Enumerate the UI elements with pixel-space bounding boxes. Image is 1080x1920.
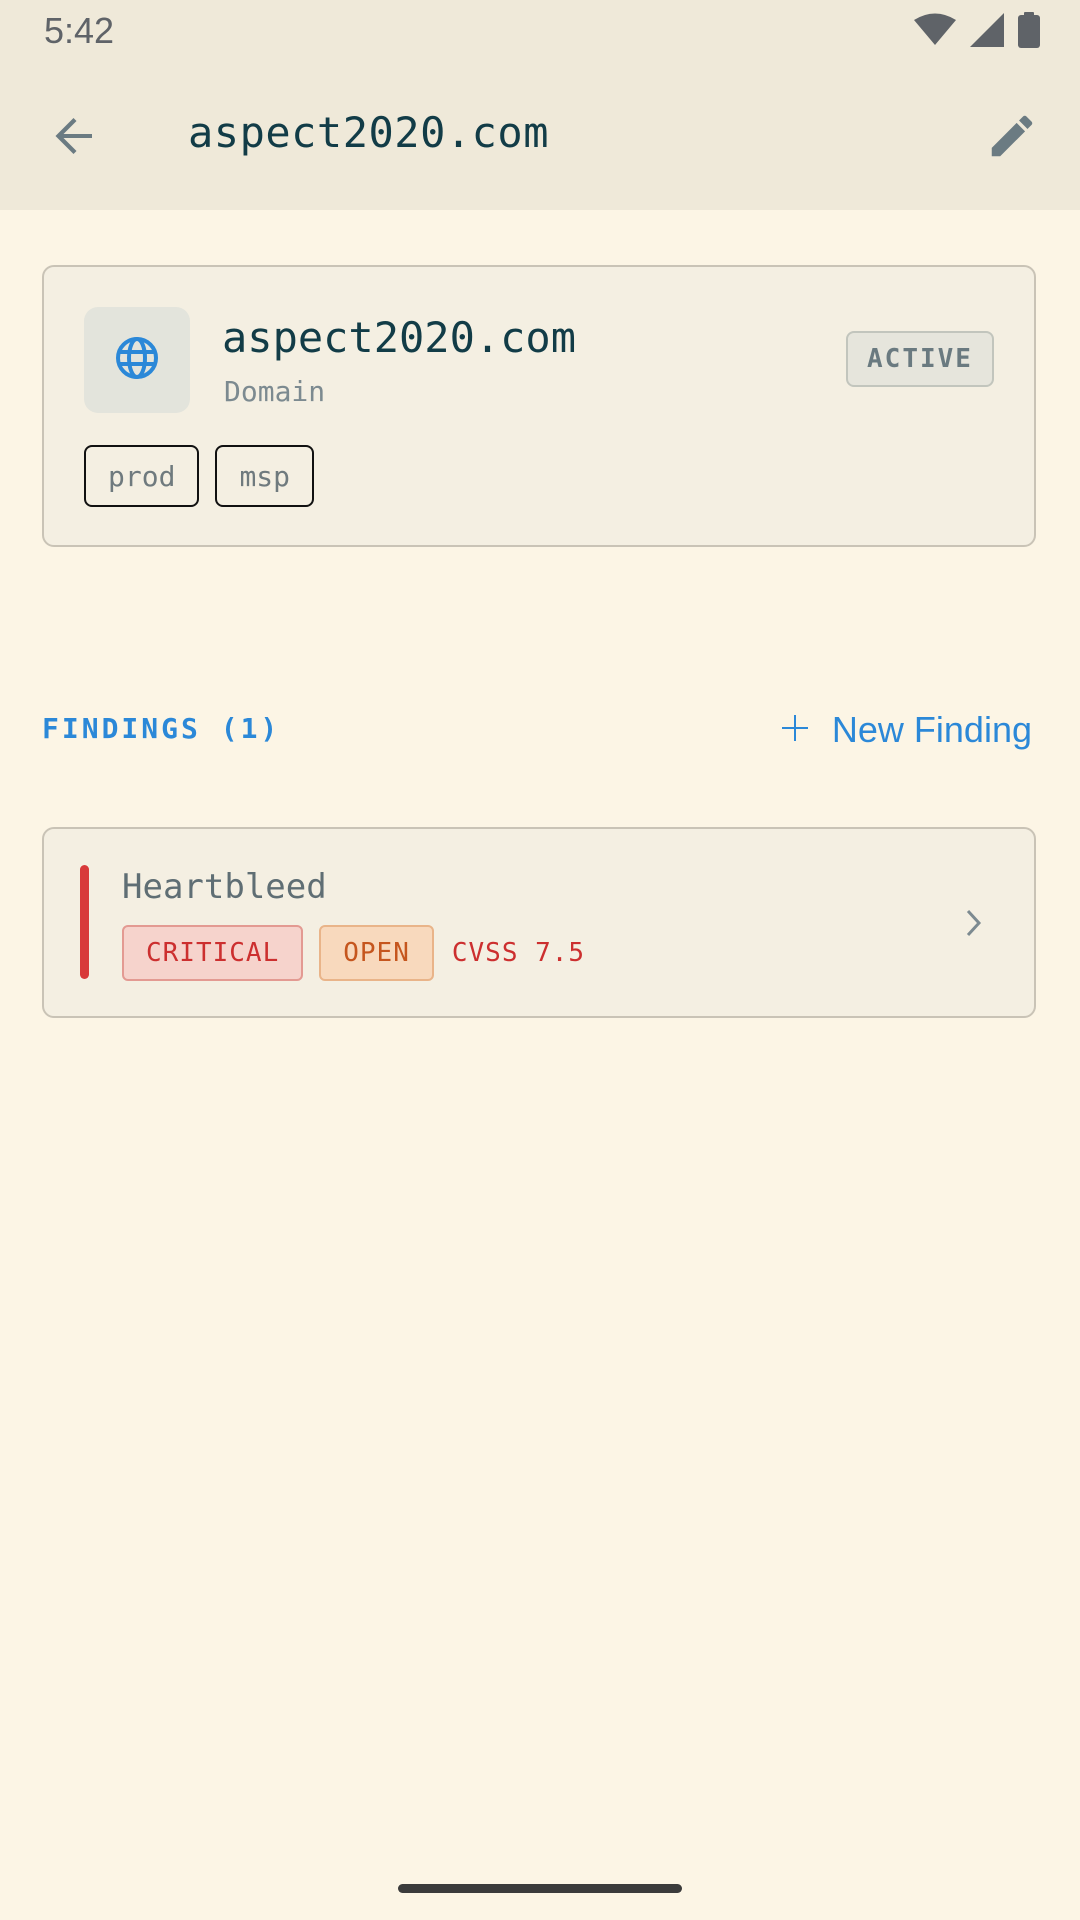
finding-badges: CRITICAL OPEN CVSS 7.5	[122, 925, 585, 981]
globe-icon	[113, 334, 161, 387]
chevron-right-icon	[954, 899, 994, 947]
asset-type-icon-box	[84, 307, 190, 413]
arrow-back-icon	[50, 112, 98, 165]
battery-icon	[1018, 11, 1040, 53]
asset-detail-screen: 5:42 aspect2020.com aspect2020.com Domai…	[0, 0, 1080, 1920]
status-icons	[914, 11, 1040, 53]
status-badge: ACTIVE	[846, 331, 994, 387]
finding-status-badge: OPEN	[319, 925, 434, 981]
status-bar: 5:42	[0, 0, 1080, 62]
app-bar: aspect2020.com	[0, 62, 1080, 210]
severity-badge: CRITICAL	[122, 925, 304, 981]
pencil-icon	[985, 109, 1039, 168]
back-button[interactable]	[38, 102, 110, 174]
new-finding-button[interactable]: New Finding	[781, 700, 1032, 760]
edit-button[interactable]	[974, 100, 1050, 176]
new-finding-label: New Finding	[831, 709, 1032, 750]
finding-card[interactable]: Heartbleed CRITICAL OPEN CVSS 7.5	[42, 827, 1036, 1018]
plus-icon	[781, 714, 808, 746]
severity-indicator	[80, 865, 89, 979]
asset-card: aspect2020.com Domain ACTIVE prod msp	[42, 265, 1036, 547]
cell-signal-icon	[970, 12, 1004, 52]
wifi-icon	[914, 13, 956, 52]
status-time: 5:42	[44, 10, 115, 51]
finding-title: Heartbleed	[122, 867, 327, 907]
tag-chip[interactable]: prod	[84, 445, 200, 507]
cvss-score: CVSS 7.5	[451, 938, 586, 968]
page-title: aspect2020.com	[188, 108, 550, 157]
findings-section-title: FINDINGS (1)	[42, 712, 281, 745]
asset-name: aspect2020.com	[222, 313, 577, 362]
asset-type: Domain	[224, 375, 326, 408]
home-indicator[interactable]	[398, 1884, 682, 1893]
tag-list: prod msp	[84, 445, 315, 507]
tag-chip[interactable]: msp	[215, 445, 315, 507]
